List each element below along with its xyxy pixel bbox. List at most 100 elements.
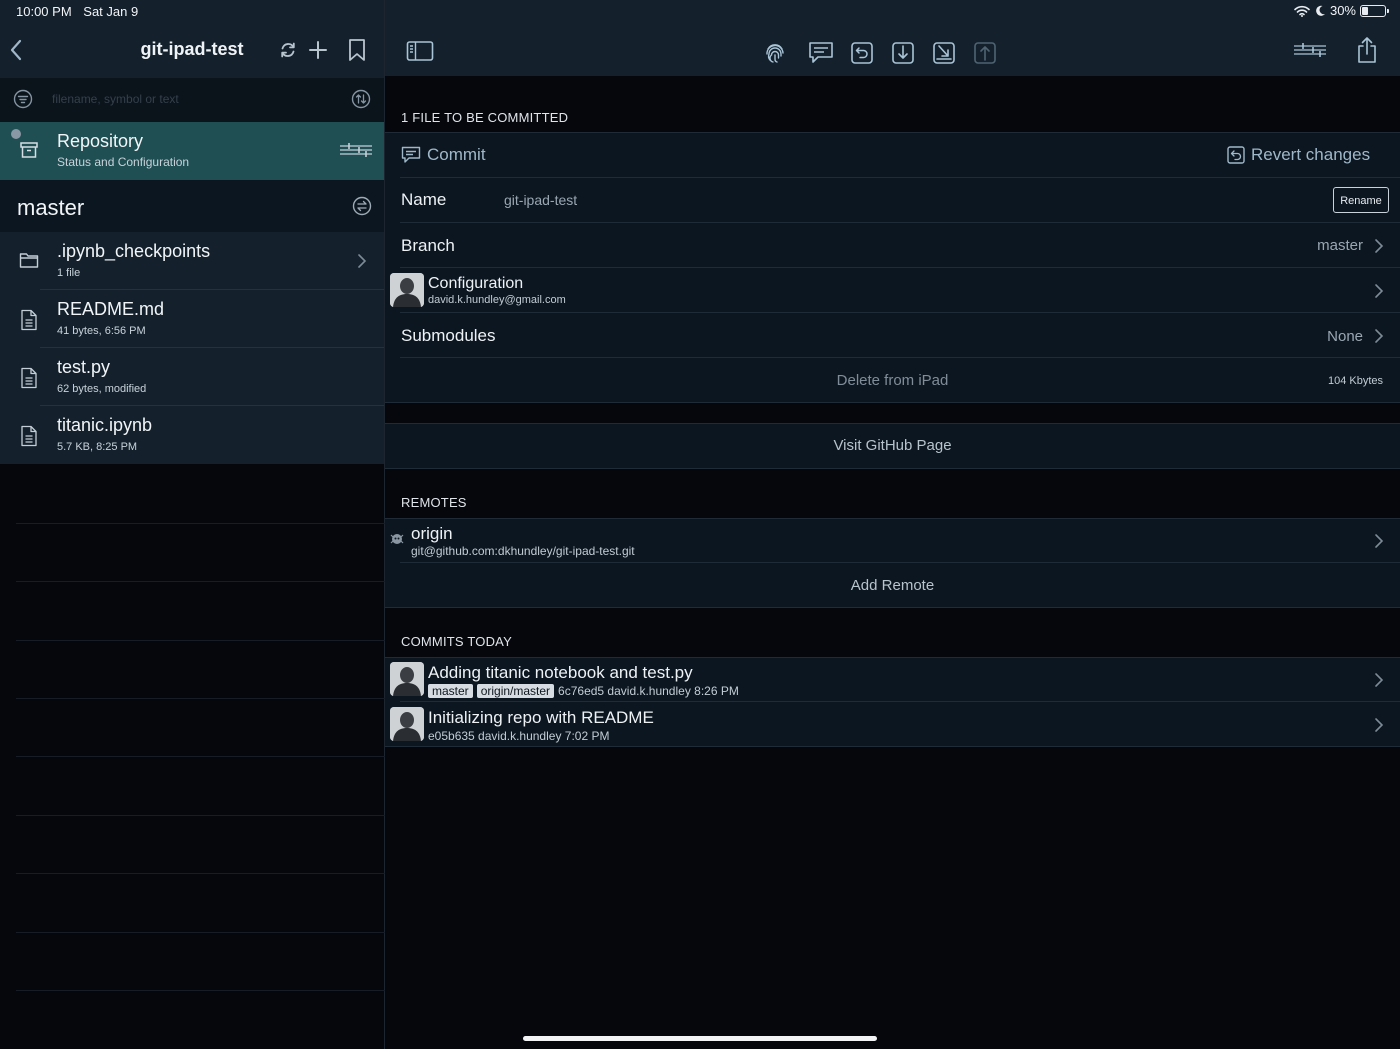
pull-button[interactable] [891, 41, 915, 65]
remote-name: origin [411, 524, 453, 543]
file-row-ipynb-checkpoints[interactable]: .ipynb_checkpoints 1 file [0, 232, 384, 290]
commit-meta: e05b635 david.k.hundley 7:02 PM [428, 729, 610, 743]
file-name: titanic.ipynb [57, 415, 153, 435]
refresh-button[interactable] [278, 40, 298, 60]
chevron-right-icon [1375, 239, 1384, 253]
merge-button[interactable] [932, 41, 956, 65]
comment-icon [401, 146, 421, 163]
moon-icon [1316, 5, 1325, 16]
file-detail: 1 file [57, 267, 81, 279]
folder-icon [19, 251, 39, 269]
github-icon [390, 534, 404, 544]
sort-icon [351, 89, 371, 109]
chevron-right-icon [1375, 329, 1384, 343]
commit-button[interactable]: Commit [401, 140, 601, 170]
settings-button[interactable] [1293, 41, 1327, 59]
file-icon [20, 425, 38, 447]
status-bar-left: 10:00 PM Sat Jan 9 [16, 4, 146, 19]
name-field[interactable]: git-ipad-test [504, 192, 577, 208]
revert-icon [1227, 146, 1245, 164]
branch-label: Branch [401, 236, 455, 255]
chevron-right-icon [1375, 284, 1384, 298]
status-date: Sat Jan 9 [83, 4, 139, 19]
wifi-icon [1294, 5, 1310, 17]
commit-message: Adding titanic notebook and test.py [428, 663, 693, 682]
sort-button[interactable] [351, 89, 371, 109]
file-name: README.md [57, 299, 165, 319]
submodules-row[interactable] [385, 313, 1400, 357]
sidebar-toggle-button[interactable] [406, 40, 434, 62]
divider [385, 746, 1400, 747]
revert-icon [851, 42, 873, 64]
avatar [390, 707, 424, 741]
submodules-value: None [1327, 328, 1363, 345]
divider [400, 177, 1400, 178]
remote-url: git@github.com:dkhundley/git-ipad-test.g… [411, 544, 635, 558]
chevron-right-icon [357, 253, 367, 269]
branch-tag: origin/master [476, 684, 555, 698]
branch-name: master [17, 195, 85, 220]
file-icon [20, 367, 38, 389]
chevron-right-icon [1375, 718, 1384, 732]
divider [385, 132, 1400, 133]
battery-percent: 30% [1329, 3, 1356, 18]
fingerprint-icon [766, 44, 784, 63]
name-label: Name [401, 190, 447, 209]
branch-setting-row[interactable] [385, 223, 1400, 267]
upload-icon [974, 42, 996, 64]
bookmark-button[interactable] [347, 38, 367, 62]
revert-label: Revert changes [1251, 145, 1371, 164]
commit-meta-line: master origin/master 6c76ed5 david.k.hundl… [428, 684, 739, 698]
switch-branch-icon [352, 196, 372, 216]
file-row-test-py[interactable]: test.py 62 bytes, modified [0, 348, 384, 406]
divider [400, 562, 1400, 563]
search-input[interactable]: filename, symbol or text [52, 92, 179, 106]
comment-button[interactable] [808, 41, 834, 65]
chevron-right-icon [1375, 534, 1384, 548]
switch-branch-button[interactable] [352, 196, 372, 216]
share-icon [1358, 37, 1376, 63]
file-name: .ipynb_checkpoints [57, 241, 211, 261]
commit-section-header: 1 FILE TO BE COMMITTED [401, 110, 569, 125]
commit-meta: 6c76ed5 david.k.hundley 8:26 PM [558, 684, 739, 698]
download-icon [892, 42, 914, 64]
battery-level [1362, 6, 1369, 15]
commit-label: Commit [427, 145, 486, 164]
fingerprint-button[interactable] [763, 41, 787, 65]
revert-button[interactable] [850, 41, 874, 65]
file-list: .ipynb_checkpoints 1 file README.md 41 b… [0, 232, 384, 464]
add-remote-button[interactable]: Add Remote [385, 577, 1400, 594]
sidebar-toggle-icon [406, 41, 434, 61]
filter-button[interactable] [13, 89, 33, 109]
status-dot [11, 129, 21, 139]
divider [385, 468, 1400, 469]
divider [385, 402, 1400, 403]
delete-from-ipad-button[interactable]: Delete from iPad [385, 372, 1400, 389]
merge-icon [933, 42, 955, 64]
configuration-email: david.k.hundley@gmail.com [428, 294, 566, 306]
repository-title: Repository [57, 131, 144, 151]
battery-icon [1360, 4, 1389, 17]
revert-changes-button[interactable]: Revert changes [1227, 140, 1387, 170]
refresh-icon [281, 42, 295, 58]
file-row-readme[interactable]: README.md 41 bytes, 6:56 PM [0, 290, 384, 348]
branch-tag: master [428, 684, 473, 698]
filter-icon [13, 89, 33, 109]
bookmark-icon [349, 39, 365, 61]
plus-icon [309, 41, 327, 59]
share-button[interactable] [1356, 36, 1378, 64]
visit-github-button[interactable]: Visit GitHub Page [385, 437, 1400, 454]
avatar [390, 273, 424, 307]
file-name: test.py [57, 357, 111, 377]
status-time: 10:00 PM [16, 4, 72, 19]
add-button[interactable] [308, 40, 328, 60]
rename-button[interactable]: Rename [1333, 187, 1389, 213]
file-row-titanic[interactable]: titanic.ipynb 5.7 KB, 8:25 PM [0, 406, 384, 464]
file-detail: 41 bytes, 6:56 PM [57, 325, 146, 337]
push-button[interactable] [973, 41, 997, 65]
home-indicator[interactable] [523, 1036, 877, 1041]
divider [400, 357, 1400, 358]
chevron-right-icon [1375, 673, 1384, 687]
settings-sliders-icon [1294, 43, 1326, 57]
repo-size: 104 Kbytes [1327, 375, 1383, 387]
